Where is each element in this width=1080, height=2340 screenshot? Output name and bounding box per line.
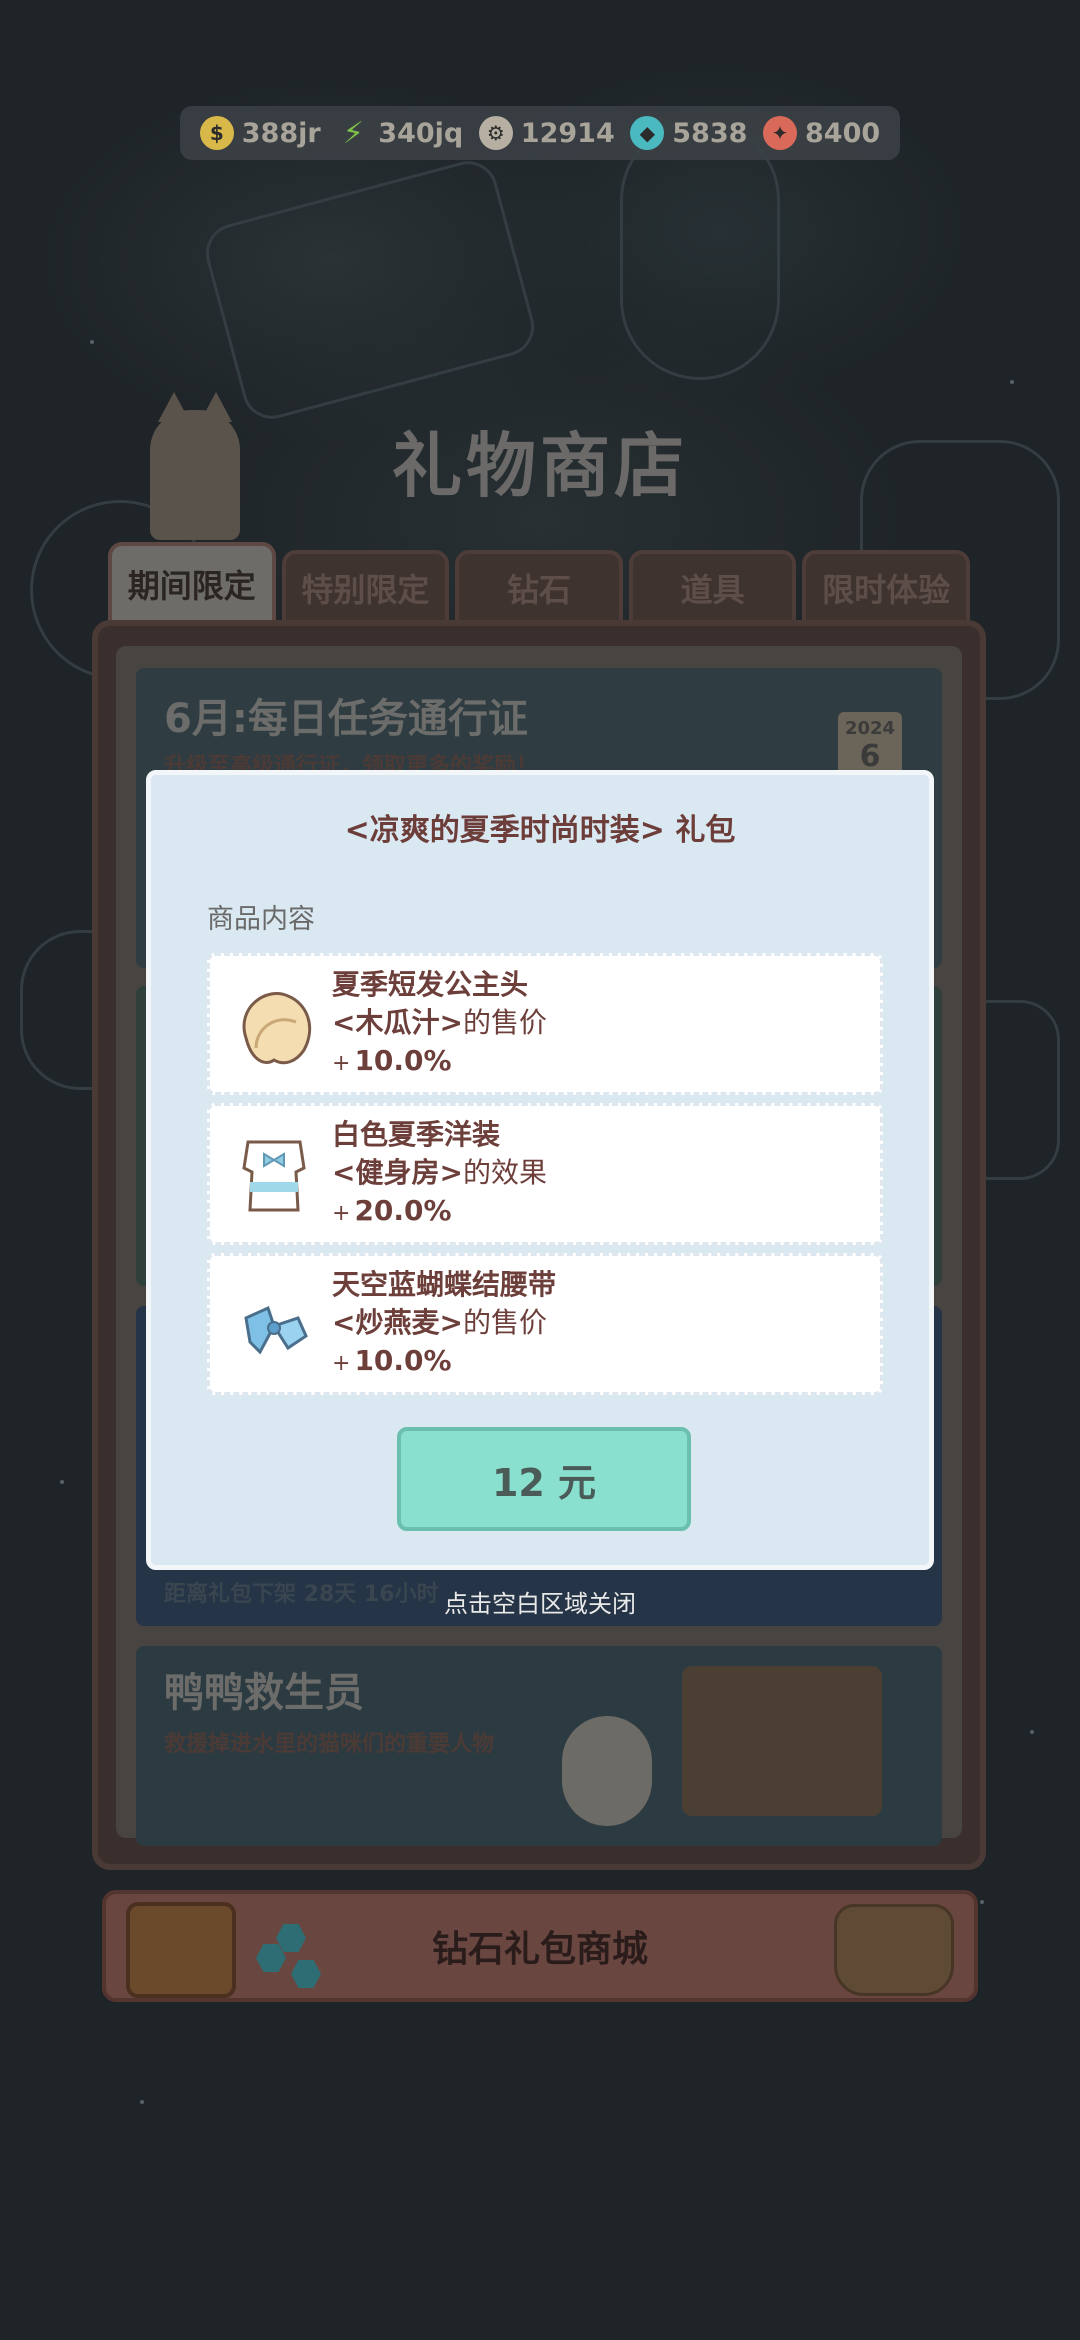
diamond-icon: ◆ xyxy=(630,116,665,150)
modal-title: <凉爽的夏季时尚时装> 礼包 xyxy=(344,813,736,848)
badge-year: 2024 xyxy=(844,718,896,739)
close-hint: 点击空白区域关闭 xyxy=(444,1590,636,1618)
gift-pack-modal: <凉爽的夏季时尚时装> 礼包 商品内容 夏季短发公主头 <木瓜汁>的售价 +10… xyxy=(146,770,934,1570)
ticket-icon: ✦ xyxy=(763,116,798,150)
treasure-chest-icon xyxy=(126,1902,236,1998)
pack-item: 夏季短发公主头 <木瓜汁>的售价 +10.0% xyxy=(207,953,883,1095)
badge-month: 6 xyxy=(859,739,881,774)
currency-energy: ⚡ 340jq xyxy=(336,115,464,151)
tab-diamond[interactable]: 钻石 xyxy=(455,550,623,626)
item-target: <木瓜汁> xyxy=(332,1006,463,1039)
short-hair-wig-icon xyxy=(222,974,326,1078)
blue-bow-belt-icon xyxy=(222,1274,326,1378)
card-subtitle: 救援掉进水里的猫咪们的重要人物 xyxy=(164,1732,495,1757)
buy-button[interactable]: 12 元 xyxy=(397,1427,691,1531)
card-title: 鸭鸭救生员 xyxy=(164,1670,364,1716)
item-percent: 10.0% xyxy=(354,1344,452,1377)
currency-coin: $ 388jr xyxy=(199,116,321,150)
plus-sign: + xyxy=(332,1051,351,1076)
diamond-shop-banner[interactable]: 钻石礼包商城 xyxy=(102,1890,978,2002)
white-dress-icon xyxy=(222,1124,326,1228)
currency-value: 340jq xyxy=(378,117,464,149)
card-lifeguard[interactable]: 鸭鸭救生员 救援掉进水里的猫咪们的重要人物 xyxy=(136,1646,942,1846)
plus-sign: + xyxy=(332,1201,351,1226)
currency-bar: $ 388jr ⚡ 340jq ⚙ 12914 ◆ 5838 ✦ 8400 xyxy=(180,106,900,160)
item-percent: 10.0% xyxy=(354,1044,452,1077)
tab-items[interactable]: 道具 xyxy=(628,550,797,626)
item-effect: 的售价 xyxy=(462,1006,547,1039)
duck-icon xyxy=(562,1716,652,1826)
section-label: 商品内容 xyxy=(207,904,315,935)
coin-icon: $ xyxy=(199,116,234,150)
diamond-shop-label: 钻石礼包商城 xyxy=(431,1929,648,1970)
item-target: <炒燕麦> xyxy=(332,1306,463,1339)
gear-coin-icon: ⚙ xyxy=(478,116,513,150)
currency-value: 12914 xyxy=(520,117,615,149)
currency-value: 388jr xyxy=(241,117,321,149)
currency-ticket: ✦ 8400 xyxy=(763,116,880,150)
item-effect: 的效果 xyxy=(462,1156,547,1189)
gem-icon xyxy=(291,1960,321,1988)
item-percent: 20.0% xyxy=(354,1194,452,1227)
currency-diamond: ◆ 5838 xyxy=(630,116,747,150)
shop-tabs: 期间限定 特别限定 钻石 道具 限时体验 xyxy=(108,542,970,626)
item-name: 白色夏季洋装 xyxy=(332,1118,501,1151)
currency-value: 5838 xyxy=(672,117,748,149)
tab-limited-period[interactable]: 期间限定 xyxy=(108,542,276,626)
gem-basket-icon xyxy=(834,1904,954,1996)
card-title: 6月:每日任务通行证 xyxy=(164,696,528,742)
page-title: 礼物商店 xyxy=(392,425,688,507)
tab-limited-trial[interactable]: 限时体验 xyxy=(802,550,970,626)
notice-board-icon xyxy=(682,1666,882,1816)
pack-item: 天空蓝蝴蝶结腰带 <炒燕麦>的售价 +10.0% xyxy=(207,1253,883,1395)
item-name: 夏季短发公主头 xyxy=(332,968,529,1001)
lightning-icon: ⚡ xyxy=(342,115,364,151)
plus-sign: + xyxy=(332,1351,351,1376)
item-effect: 的售价 xyxy=(462,1306,547,1339)
item-name: 天空蓝蝴蝶结腰带 xyxy=(332,1268,557,1301)
currency-value: 8400 xyxy=(805,117,881,149)
currency-gear: ⚙ 12914 xyxy=(478,116,615,150)
pack-item: 白色夏季洋装 <健身房>的效果 +20.0% xyxy=(207,1103,883,1245)
item-target: <健身房> xyxy=(332,1156,463,1189)
tab-special-limited[interactable]: 特别限定 xyxy=(281,550,450,626)
